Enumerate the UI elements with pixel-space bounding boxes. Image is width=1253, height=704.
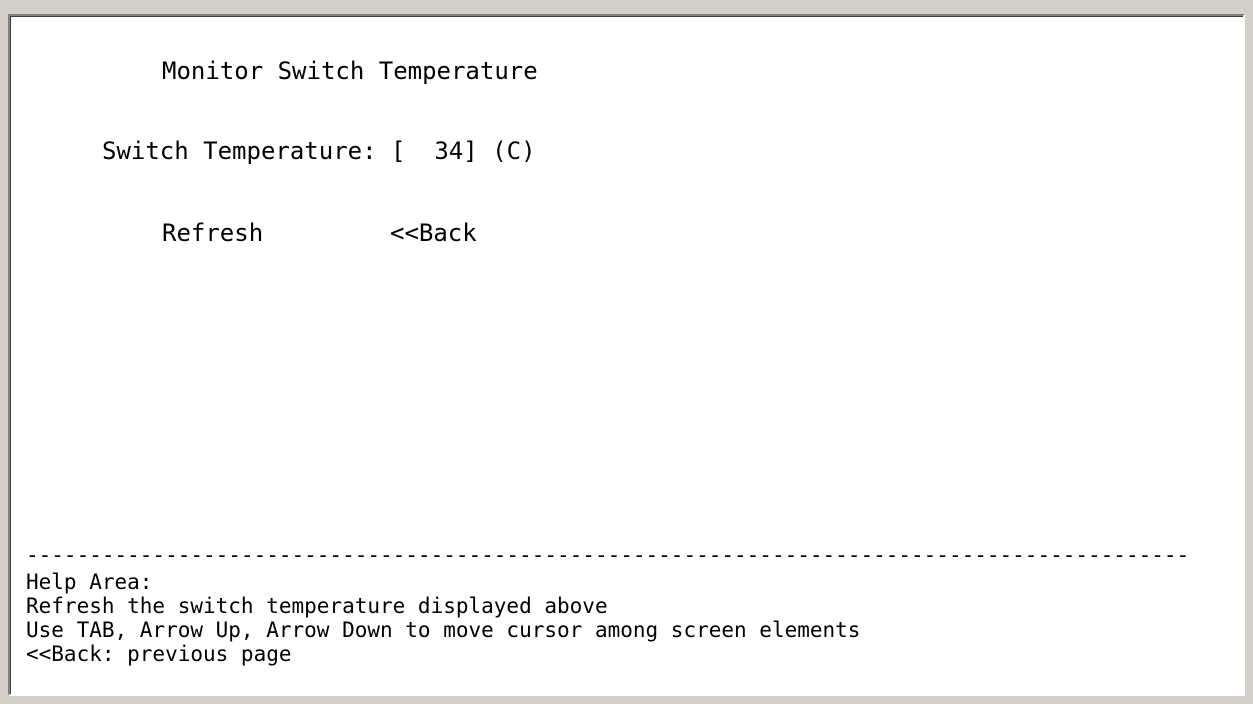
temperature-value-text: 34: [434, 137, 464, 165]
back-button[interactable]: <<Back: [390, 221, 477, 245]
help-area-title: Help Area:: [26, 570, 153, 594]
temperature-label: Switch Temperature:: [102, 137, 377, 165]
help-divider: ----------------------------------------…: [26, 543, 1190, 567]
terminal-screen: Monitor Switch Temperature Switch Temper…: [8, 14, 1245, 696]
temperature-open-bracket: [: [391, 137, 406, 165]
refresh-button[interactable]: Refresh: [162, 221, 263, 245]
temperature-row: Switch Temperature: [ 34] (C): [102, 139, 536, 163]
temperature-close-bracket: ]: [463, 137, 478, 165]
help-line-refresh: Refresh the switch temperature displayed…: [26, 594, 608, 618]
help-line-back: <<Back: previous page: [26, 642, 292, 666]
temperature-unit: (C): [492, 137, 536, 165]
window-frame: Monitor Switch Temperature Switch Temper…: [0, 0, 1253, 704]
temperature-value: 34: [405, 137, 463, 165]
help-line-navigation: Use TAB, Arrow Up, Arrow Down to move cu…: [26, 618, 861, 642]
page-title: Monitor Switch Temperature: [162, 57, 538, 85]
